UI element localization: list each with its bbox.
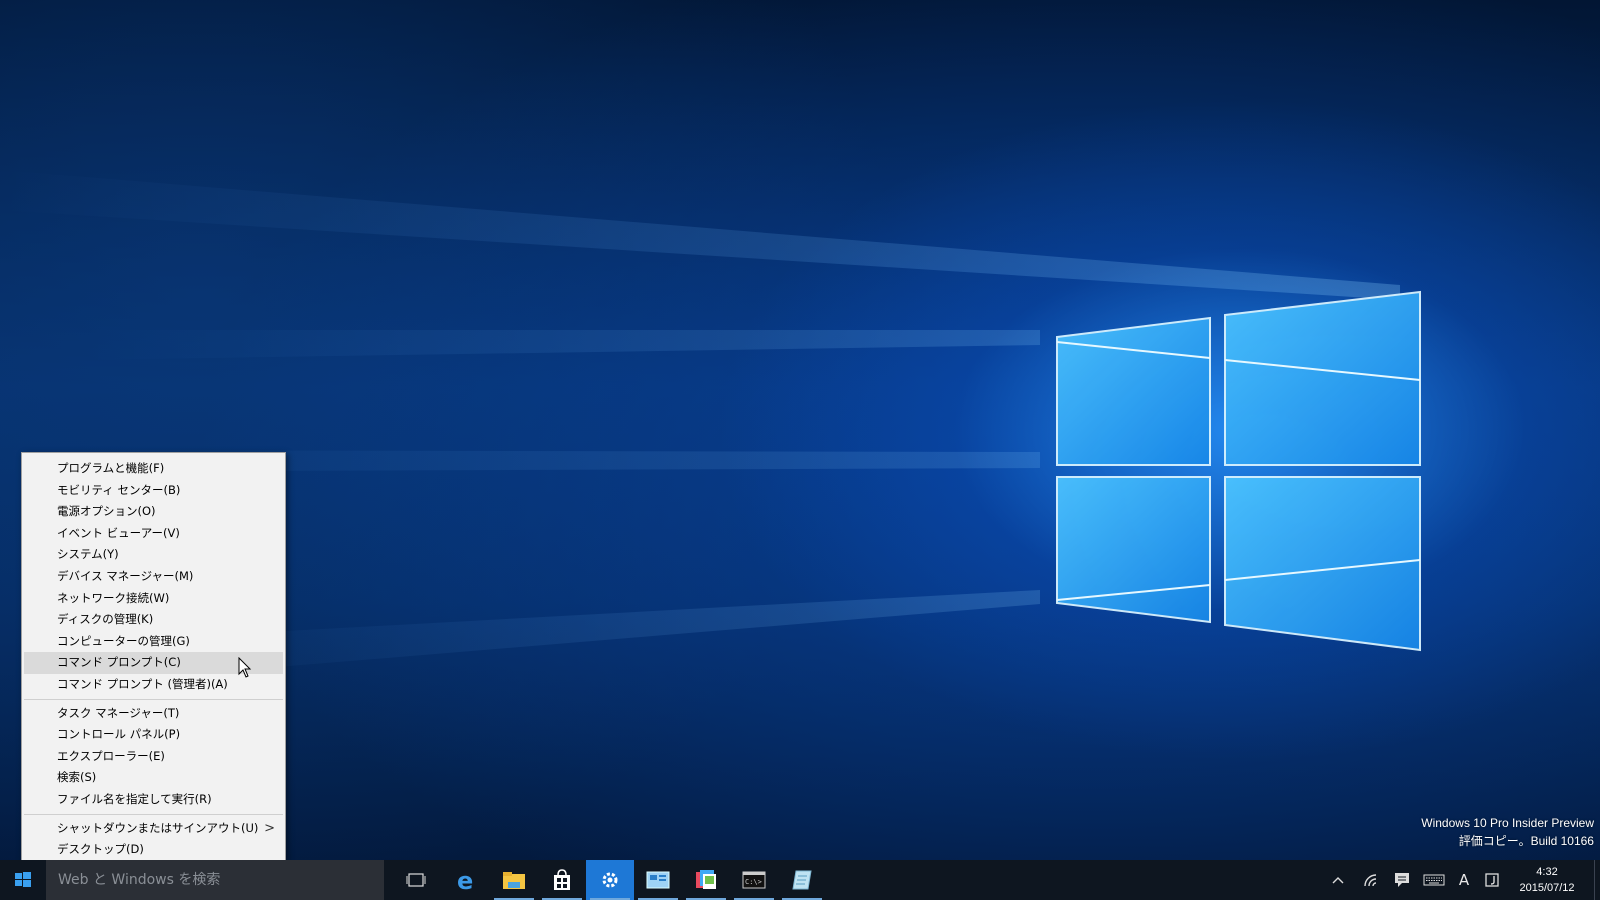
menu-item-computer-management[interactable]: コンピューターの管理(G) [24, 631, 283, 653]
start-button[interactable] [0, 860, 46, 900]
menu-item-programs-features[interactable]: プログラムと機能(F) [24, 458, 283, 480]
task-view-button[interactable] [392, 860, 440, 900]
taskbar-control-panel[interactable] [634, 860, 682, 900]
photos-icon [696, 870, 716, 889]
menu-item-control-panel[interactable]: コントロール パネル(P) [24, 724, 283, 746]
taskbar-clock[interactable]: 4:32 2015/07/12 [1502, 864, 1592, 896]
watermark-edition: Windows 10 Pro Insider Preview [1421, 816, 1594, 830]
mouse-cursor-icon [238, 657, 252, 678]
gear-icon [602, 872, 618, 888]
menu-item-shutdown-label: シャットダウンまたはサインアウト(U) [57, 820, 259, 835]
menu-item-mobility-center[interactable]: モビリティ センター(B) [24, 480, 283, 502]
menu-item-run[interactable]: ファイル名を指定して実行(R) [24, 789, 283, 811]
menu-item-device-manager[interactable]: デバイス マネージャー(M) [24, 566, 283, 588]
taskbar-notepad[interactable] [778, 860, 826, 900]
svg-text:e: e [457, 868, 473, 892]
control-panel-icon [646, 871, 670, 889]
menu-separator [24, 813, 283, 815]
taskbar-settings[interactable] [586, 860, 634, 900]
clock-date: 2015/07/12 [1519, 882, 1575, 894]
task-view-icon [406, 873, 426, 887]
network-icon[interactable] [1360, 860, 1382, 900]
menu-item-system[interactable]: システム(Y) [24, 544, 283, 566]
svg-text:C:\>: C:\> [745, 878, 762, 886]
chevron-right-icon: > [264, 820, 275, 836]
edge-icon: e [457, 868, 473, 892]
show-desktop-button[interactable] [1594, 860, 1600, 900]
menu-item-desktop[interactable]: デスクトップ(D) [24, 839, 283, 861]
menu-item-power-options[interactable]: 電源オプション(O) [24, 501, 283, 523]
store-icon [554, 869, 570, 890]
menu-item-task-manager[interactable]: タスク マネージャー(T) [24, 703, 283, 725]
action-center-icon[interactable] [1391, 860, 1413, 900]
menu-item-search[interactable]: 検索(S) [24, 767, 283, 789]
search-input[interactable]: Web と Windows を検索 [46, 860, 384, 900]
taskbar-photos[interactable] [682, 860, 730, 900]
watermark-build: 評価コピー。Build 10166 [1458, 834, 1594, 848]
taskbar-store[interactable] [538, 860, 586, 900]
taskbar-command-prompt[interactable]: C:\> [730, 860, 778, 900]
ime-toolbar-icon[interactable] [1482, 860, 1502, 900]
build-watermark: Windows 10 Pro Insider Preview 評価コピー。Bui… [1421, 814, 1594, 850]
command-prompt-icon: C:\> [742, 871, 766, 889]
menu-item-shutdown-signout[interactable]: シャットダウンまたはサインアウト(U) > [24, 818, 283, 840]
menu-item-event-viewer[interactable]: イベント ビューアー(V) [24, 523, 283, 545]
taskbar-edge[interactable]: e [442, 860, 490, 900]
taskbar: Web と Windows を検索 e C:\> A 4:32 2015/07/… [0, 860, 1600, 900]
ime-mode-indicator[interactable]: A [1454, 860, 1474, 900]
notepad-icon [792, 870, 812, 890]
menu-item-network-connections[interactable]: ネットワーク接続(W) [24, 588, 283, 610]
menu-item-disk-management[interactable]: ディスクの管理(K) [24, 609, 283, 631]
menu-item-file-explorer[interactable]: エクスプローラー(E) [24, 746, 283, 768]
tray-overflow-chevron-up-icon[interactable] [1328, 860, 1348, 900]
touch-keyboard-icon[interactable] [1421, 860, 1447, 900]
menu-separator [24, 698, 283, 700]
taskbar-file-explorer[interactable] [490, 860, 538, 900]
clock-time: 4:32 [1536, 866, 1558, 878]
folder-icon [503, 872, 525, 889]
windows-start-icon [15, 872, 31, 887]
